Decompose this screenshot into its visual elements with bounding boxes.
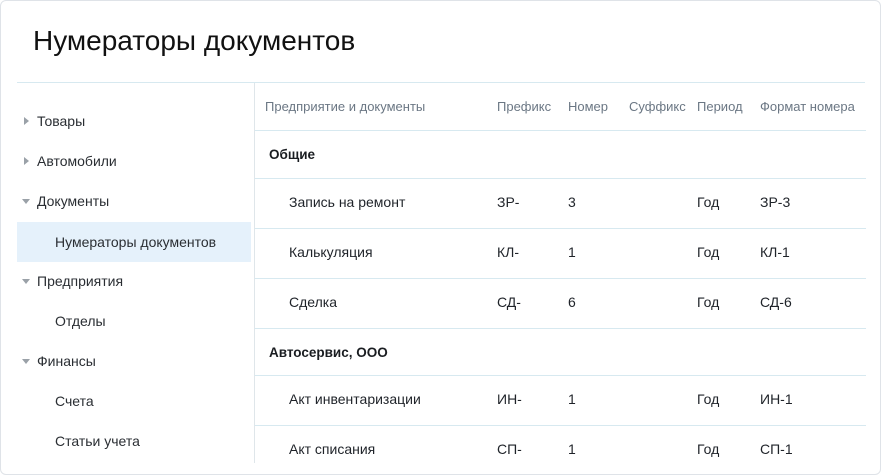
cell-number-format: СД-6 [760, 294, 792, 310]
cell-prefix: СП- [497, 441, 522, 457]
cell-prefix: СД- [497, 294, 521, 310]
chevron-down-icon[interactable] [21, 276, 31, 286]
sidebar-item-accounts[interactable]: Счета [17, 381, 251, 421]
cell-number: 1 [568, 441, 576, 457]
column-header-period[interactable]: Период [697, 83, 743, 130]
cell-number: 1 [568, 244, 576, 260]
sidebar-item-label: Товары [37, 113, 86, 129]
column-header-number-format[interactable]: Формат номера [760, 83, 855, 130]
sidebar-item-label: Документы [37, 193, 110, 209]
sidebar-item-label: Счета [55, 393, 94, 409]
sidebar-item-accounting-items[interactable]: Статьи учета [17, 421, 251, 461]
sidebar-item-document-numerators[interactable]: Нумераторы документов [17, 222, 251, 262]
sidebar-item-label: Нумераторы документов [55, 234, 217, 250]
cell-number-format: ЗР-3 [760, 194, 791, 210]
sidebar-item-label: Автомобили [37, 153, 117, 169]
column-header-enterprise-documents[interactable]: Предприятие и документы [265, 83, 425, 130]
cell-period: Год [697, 294, 720, 310]
table-row[interactable]: Калькуляция КЛ- 1 Год КЛ-1 [255, 229, 866, 278]
chevron-down-icon[interactable] [21, 196, 31, 206]
sidebar-item-label: Отделы [55, 313, 106, 329]
sidebar-item-departments[interactable]: Отделы [17, 301, 251, 341]
app-window: Нумераторы документов Товары Автомобили … [0, 0, 881, 475]
cell-document-name: Сделка [289, 294, 337, 310]
page-title: Нумераторы документов [33, 25, 356, 56]
chevron-right-icon[interactable] [21, 156, 31, 166]
cell-number: 6 [568, 294, 576, 310]
table-row[interactable]: Запись на ремонт ЗР- 3 Год ЗР-3 [255, 179, 866, 228]
sidebar-item-enterprises[interactable]: Предприятия [17, 261, 251, 301]
table-row[interactable]: Акт инвентаризации ИН- 1 Год ИН-1 [255, 376, 866, 425]
cell-document-name: Акт списания [289, 441, 376, 457]
cell-period: Год [697, 244, 720, 260]
column-header-number[interactable]: Номер [568, 83, 608, 130]
cell-number-format: КЛ-1 [760, 244, 790, 260]
cell-period: Год [697, 441, 720, 457]
sidebar-item-label: Финансы [37, 353, 96, 369]
sidebar-item-finance[interactable]: Финансы [17, 341, 251, 381]
cell-period: Год [697, 194, 720, 210]
group-header: Общие [269, 147, 316, 162]
cell-document-name: Калькуляция [289, 244, 373, 260]
table-row[interactable]: Сделка СД- 6 Год СД-6 [255, 279, 866, 328]
cell-number: 3 [568, 194, 576, 210]
row-divider [255, 130, 866, 131]
cell-document-name: Запись на ремонт [289, 194, 406, 210]
sidebar: Товары Автомобили Документы Нумераторы д… [17, 83, 254, 463]
group-header: Автосервис, ООО [269, 345, 388, 360]
sidebar-item-documents[interactable]: Документы [17, 181, 251, 221]
cell-prefix: ИН- [497, 391, 522, 407]
table-row[interactable]: Акт списания СП- 1 Год СП-1 [255, 426, 866, 463]
cell-period: Год [697, 391, 720, 407]
cell-prefix: ЗР- [497, 194, 520, 210]
chevron-down-icon[interactable] [21, 356, 31, 366]
numerators-table: Предприятие и документы Префикс Номер Су… [255, 83, 866, 463]
chevron-right-icon[interactable] [21, 116, 31, 126]
sidebar-item-goods[interactable]: Товары [17, 101, 251, 141]
sidebar-item-cars[interactable]: Автомобили [17, 141, 251, 181]
cell-number-format: ИН-1 [760, 391, 793, 407]
cell-number: 1 [568, 391, 576, 407]
sidebar-item-label: Статьи учета [55, 433, 140, 449]
column-header-suffix[interactable]: Суффикс [629, 83, 686, 130]
row-divider [255, 328, 866, 329]
sidebar-item-label: Предприятия [37, 273, 124, 289]
cell-prefix: КЛ- [497, 244, 520, 260]
cell-document-name: Акт инвентаризации [289, 391, 421, 407]
cell-number-format: СП-1 [760, 441, 793, 457]
column-header-prefix[interactable]: Префикс [497, 83, 551, 130]
